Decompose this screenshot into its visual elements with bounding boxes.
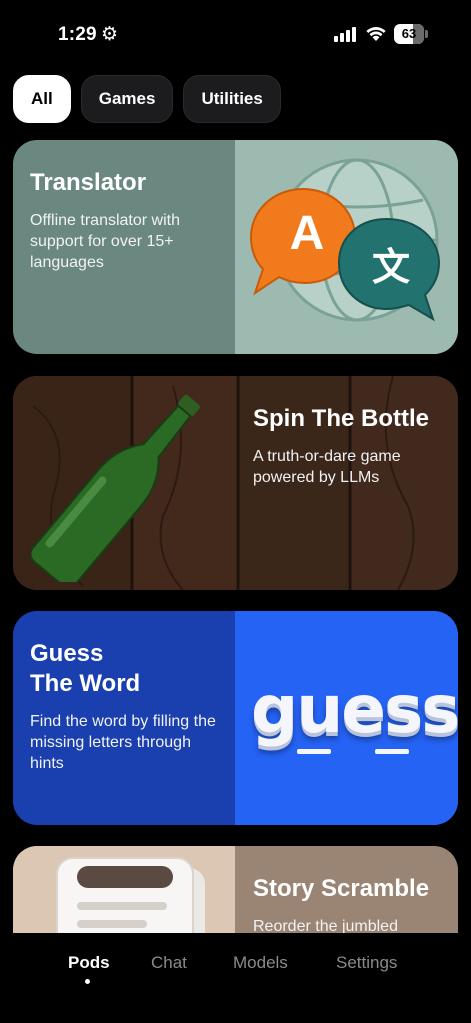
filter-chip-utilities[interactable]: Utilities <box>183 75 281 123</box>
guess-the-word-title-line2: The Word <box>30 670 141 697</box>
spin-the-bottle-card[interactable]: Spin The Bottle A truth-or-dare game pow… <box>13 376 458 590</box>
translator-art: A 文 <box>235 140 458 354</box>
guess-the-word-description: Find the word by filling the missing let… <box>30 713 216 772</box>
translator-description: Offline translator with support for over… <box>30 212 180 271</box>
filter-chip-games[interactable]: Games <box>80 75 174 123</box>
tab-models[interactable]: Models <box>233 953 288 973</box>
story-scramble-card[interactable]: Story Scramble Reorder the jumbled <box>13 846 458 933</box>
tab-pods[interactable]: Pods <box>68 953 110 973</box>
missing-letter-underline <box>375 749 409 754</box>
spin-the-bottle-description: A truth-or-dare game powered by LLMs <box>253 448 401 486</box>
wifi-icon <box>366 27 386 41</box>
battery-level: 63 <box>401 26 417 41</box>
missing-letter-underline <box>297 749 331 754</box>
pods-list[interactable]: Translator Offline translator with suppo… <box>0 140 471 933</box>
gear-icon: ⚙ <box>101 24 119 45</box>
story-scramble-art <box>13 846 235 933</box>
active-tab-indicator <box>85 979 90 984</box>
tab-settings[interactable]: Settings <box>336 953 397 973</box>
story-scramble-title: Story Scramble <box>253 875 430 902</box>
guess-art: guess <box>235 611 458 825</box>
bottle-icon <box>31 394 200 582</box>
translator-title: Translator <box>30 169 147 196</box>
chinese-glyph: 文 <box>371 247 410 289</box>
battery-icon: 63 <box>394 24 428 44</box>
bottom-tab-bar: Pods Chat Models Settings <box>0 933 471 1023</box>
story-scramble-description: Reorder the jumbled <box>253 918 398 933</box>
translator-card[interactable]: Translator Offline translator with suppo… <box>13 140 458 354</box>
spin-the-bottle-title: Spin The Bottle <box>253 405 429 432</box>
document-icon <box>56 857 205 933</box>
status-time: 1:29 <box>58 24 97 45</box>
guess-the-word-title-line1: Guess <box>30 640 104 667</box>
letter-a-glyph: A <box>289 207 325 260</box>
tab-chat[interactable]: Chat <box>151 953 187 973</box>
status-bar: 1:29 ⚙ 63 <box>0 0 471 70</box>
filter-chip-all[interactable]: All <box>13 75 71 123</box>
guess-the-word-card[interactable]: Guess The Word Find the word by filling … <box>13 611 458 825</box>
guess-logo-text: guess <box>251 671 458 748</box>
category-filters: All Games Utilities <box>13 75 281 123</box>
cellular-signal-icon <box>334 26 356 42</box>
